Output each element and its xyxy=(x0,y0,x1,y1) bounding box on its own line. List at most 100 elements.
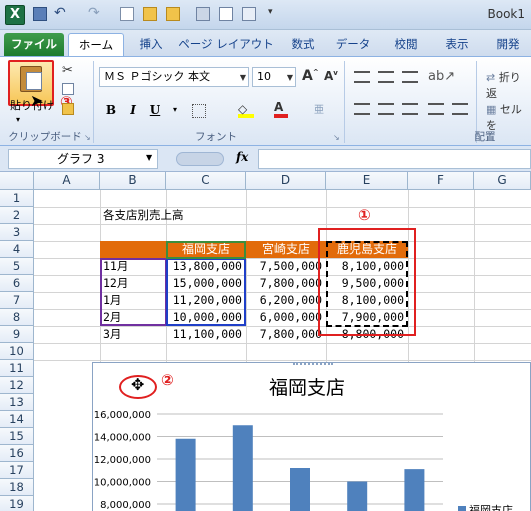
miyazaki-value-cell[interactable]: 7,800,000 xyxy=(246,326,326,343)
save-icon[interactable] xyxy=(33,7,47,21)
sheet-title-cell[interactable]: 各支店別売上高 xyxy=(103,207,184,224)
cut-icon[interactable]: ✂ xyxy=(62,63,73,78)
font-shrink-icon[interactable]: Av xyxy=(324,69,338,83)
column-header-c[interactable]: C xyxy=(166,172,246,190)
chart-bar[interactable] xyxy=(404,469,425,511)
borders-icon[interactable] xyxy=(192,104,206,118)
column-header-g[interactable]: G xyxy=(474,172,531,190)
folder-icon[interactable] xyxy=(166,7,180,21)
phonetic-icon[interactable]: 亜 xyxy=(314,101,328,117)
underline-icon[interactable]: U xyxy=(146,101,164,119)
chart-bar[interactable] xyxy=(232,425,253,511)
column-header-e[interactable]: E xyxy=(326,172,408,190)
value-range-highlight xyxy=(166,258,246,326)
insert-function-icon[interactable]: fx xyxy=(236,150,248,164)
column-header-a[interactable]: A xyxy=(34,172,100,190)
row-header[interactable]: 4 xyxy=(0,241,34,258)
row-header[interactable]: 8 xyxy=(0,309,34,326)
align-right-icon[interactable] xyxy=(402,103,418,115)
italic-icon[interactable]: I xyxy=(124,101,142,119)
new-file-icon[interactable] xyxy=(120,7,134,21)
print-icon[interactable] xyxy=(242,7,256,21)
tab-developer[interactable]: 開発 xyxy=(488,33,528,56)
align-top-icon[interactable] xyxy=(354,71,370,83)
paste-dropdown-icon[interactable]: ▾ xyxy=(16,115,20,124)
tab-formulas[interactable]: 数式 xyxy=(283,33,323,56)
chart-bar[interactable] xyxy=(175,438,196,511)
row-header[interactable]: 10 xyxy=(0,343,34,360)
chart-bar[interactable] xyxy=(290,468,310,511)
miyazaki-value-cell[interactable]: 7,500,000 xyxy=(246,258,326,275)
redo-icon[interactable]: ↷ xyxy=(88,6,102,21)
select-all-corner[interactable] xyxy=(0,172,34,190)
excel-app-icon[interactable]: X xyxy=(5,5,25,25)
clipboard-launcher-icon[interactable]: ↘ xyxy=(84,133,91,142)
row-header[interactable]: 2 xyxy=(0,207,34,224)
column-header-f[interactable]: F xyxy=(408,172,474,190)
customize-qat-icon[interactable]: ▾ xyxy=(268,7,282,21)
tab-data[interactable]: データ xyxy=(331,33,375,56)
align-center-icon[interactable] xyxy=(378,103,394,115)
fill-color-icon[interactable]: ◇ xyxy=(238,102,254,118)
row-header[interactable]: 15 xyxy=(0,428,34,445)
spell-check-icon[interactable] xyxy=(219,7,233,21)
wrap-text-button[interactable]: ⇄ 折り返 xyxy=(486,69,531,101)
tab-review[interactable]: 校閲 xyxy=(386,33,426,56)
formula-divider-handle[interactable] xyxy=(176,152,224,166)
format-painter-icon[interactable] xyxy=(62,103,74,115)
row-header[interactable]: 1 xyxy=(0,190,34,207)
row-header[interactable]: 19 xyxy=(0,496,34,511)
header-cell-miyazaki[interactable]: 宮崎支店 xyxy=(246,241,326,258)
formula-input[interactable] xyxy=(258,149,531,169)
increase-indent-icon[interactable] xyxy=(452,103,468,115)
fukuoka-value-cell[interactable]: 11,100,000 xyxy=(166,326,246,343)
column-header-d[interactable]: D xyxy=(246,172,326,190)
row-header[interactable]: 16 xyxy=(0,445,34,462)
open-folder-icon[interactable] xyxy=(143,7,157,21)
chart-plot[interactable]: 16,000,000 14,000,000 12,000,000 10,000,000… xyxy=(93,363,531,511)
row-header[interactable]: 12 xyxy=(0,377,34,394)
font-name-combo[interactable]: ＭＳ Ｐゴシック 本文 ▼ xyxy=(99,67,249,87)
tab-page-layout[interactable]: ページ レイアウト xyxy=(178,33,274,56)
tab-insert[interactable]: 挿入 xyxy=(132,33,170,56)
decrease-indent-icon[interactable] xyxy=(428,103,444,115)
copy-icon[interactable] xyxy=(62,83,74,95)
font-grow-icon[interactable]: A^ xyxy=(302,68,319,84)
chart-area[interactable]: ✥ ② 福岡支店 16,000,000 14,000,000 12,000,000 1… xyxy=(92,362,531,511)
miyazaki-value-cell[interactable]: 6,200,000 xyxy=(246,292,326,309)
font-size-combo[interactable]: 10 ▼ xyxy=(252,67,296,87)
font-launcher-icon[interactable]: ↘ xyxy=(333,133,340,142)
row-header[interactable]: 18 xyxy=(0,479,34,496)
name-box-dropdown-icon[interactable]: ▼ xyxy=(146,153,152,162)
align-left-icon[interactable] xyxy=(354,103,370,115)
header-cell-b4[interactable] xyxy=(100,241,166,258)
row-header[interactable]: 13 xyxy=(0,394,34,411)
row-header[interactable]: 9 xyxy=(0,326,34,343)
month-cell[interactable]: 3月 xyxy=(103,326,121,343)
align-bottom-icon[interactable] xyxy=(402,71,418,83)
align-middle-icon[interactable] xyxy=(378,71,394,83)
font-color-icon[interactable]: A xyxy=(274,100,288,118)
miyazaki-value-cell[interactable]: 6,000,000 xyxy=(246,309,326,326)
row-header[interactable]: 7 xyxy=(0,292,34,309)
row-header[interactable]: 11 xyxy=(0,360,34,377)
underline-dropdown-icon[interactable]: ▾ xyxy=(166,101,184,119)
miyazaki-value-cell[interactable]: 7,800,000 xyxy=(246,275,326,292)
column-header-b[interactable]: B xyxy=(100,172,166,190)
bold-icon[interactable]: B xyxy=(102,101,120,119)
grid-line xyxy=(34,343,531,344)
tab-view[interactable]: 表示 xyxy=(437,33,477,56)
print-preview-icon[interactable] xyxy=(196,7,210,21)
tab-file[interactable]: ファイル xyxy=(4,33,64,56)
chart-bar[interactable] xyxy=(347,481,368,511)
worksheet-grid[interactable]: A B C D E F G 1 2 3 4 5 6 7 8 9 10 11 12… xyxy=(0,172,531,511)
name-box[interactable]: グラフ 3 xyxy=(8,149,158,169)
row-header[interactable]: 3 xyxy=(0,224,34,241)
row-header[interactable]: 6 xyxy=(0,275,34,292)
undo-icon[interactable]: ↶ xyxy=(54,6,68,21)
tab-home[interactable]: ホーム xyxy=(68,33,124,56)
row-header[interactable]: 14 xyxy=(0,411,34,428)
row-header[interactable]: 17 xyxy=(0,462,34,479)
row-header[interactable]: 5 xyxy=(0,258,34,275)
orientation-icon[interactable]: ab↗ xyxy=(428,69,455,84)
